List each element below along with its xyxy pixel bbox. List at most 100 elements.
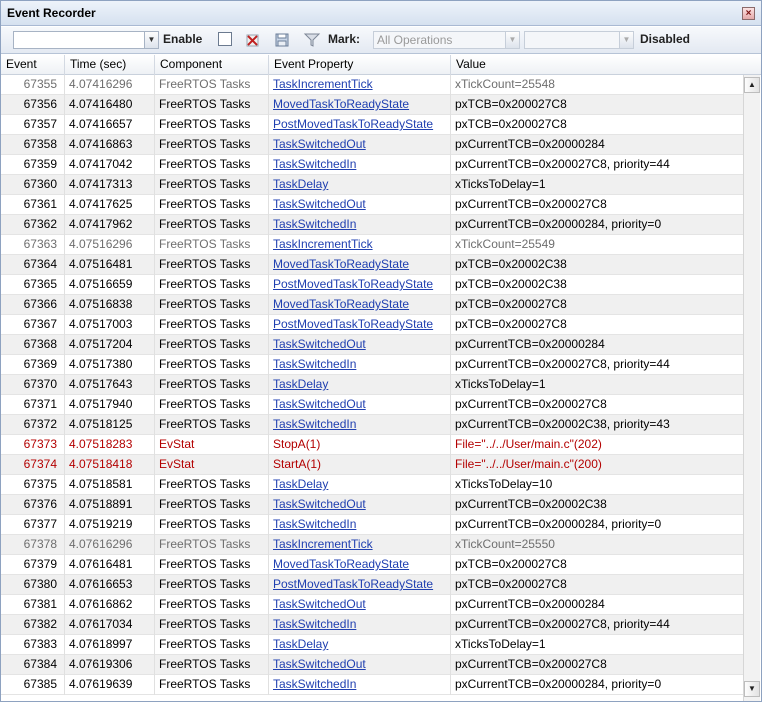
- enable-checkbox[interactable]: [218, 32, 232, 46]
- cell-event: 67363: [1, 235, 65, 255]
- table-row[interactable]: 67366 4.07516838 FreeRTOS Tasks MovedTaskTo…: [1, 295, 743, 315]
- table-row[interactable]: 67372 4.07518125 FreeRTOS Tasks TaskSwitche…: [1, 415, 743, 435]
- cell-event-property[interactable]: PostMovedTaskToReadyState: [269, 315, 451, 335]
- table-row[interactable]: 67374 4.07518418 EvStat StartA(1) File="../.…: [1, 455, 743, 475]
- cell-event-property[interactable]: TaskSwitchedIn: [269, 675, 451, 695]
- cell-event-property[interactable]: PostMovedTaskToReadyState: [269, 115, 451, 135]
- cell-event-property[interactable]: StartA(1): [269, 455, 451, 475]
- column-header-value[interactable]: Value: [451, 55, 761, 75]
- cell-event-property[interactable]: StopA(1): [269, 435, 451, 455]
- cell-event: 67373: [1, 435, 65, 455]
- cell-event: 67380: [1, 575, 65, 595]
- table-row[interactable]: 67356 4.07416480 FreeRTOS Tasks MovedTaskTo…: [1, 95, 743, 115]
- column-header-event[interactable]: Event: [1, 55, 65, 75]
- table-row[interactable]: 67384 4.07619306 FreeRTOS Tasks TaskSwitche…: [1, 655, 743, 675]
- cell-event-property[interactable]: TaskDelay: [269, 475, 451, 495]
- cell-event: 67369: [1, 355, 65, 375]
- clear-icon[interactable]: [244, 31, 262, 49]
- cell-event: 67358: [1, 135, 65, 155]
- cell-time: 4.07518283: [65, 435, 155, 455]
- table-row[interactable]: 67363 4.07516296 FreeRTOS Tasks TaskIncreme…: [1, 235, 743, 255]
- table-row[interactable]: 67385 4.07619639 FreeRTOS Tasks TaskSwitche…: [1, 675, 743, 695]
- cell-event-property[interactable]: TaskSwitchedIn: [269, 355, 451, 375]
- close-icon[interactable]: ×: [742, 7, 755, 20]
- table-row[interactable]: 67369 4.07517380 FreeRTOS Tasks TaskSwitche…: [1, 355, 743, 375]
- chevron-down-icon[interactable]: ▼: [619, 32, 633, 48]
- cell-event-property[interactable]: TaskDelay: [269, 375, 451, 395]
- table-row[interactable]: 67360 4.07417313 FreeRTOS Tasks TaskDelay xT…: [1, 175, 743, 195]
- cell-event: 67382: [1, 615, 65, 635]
- cell-event-property[interactable]: TaskIncrementTick: [269, 75, 451, 95]
- table-row[interactable]: 67380 4.07616653 FreeRTOS Tasks PostMovedTa…: [1, 575, 743, 595]
- table-row[interactable]: 67364 4.07516481 FreeRTOS Tasks MovedTaskTo…: [1, 255, 743, 275]
- window-title: Event Recorder: [7, 6, 96, 20]
- cell-time: 4.07518891: [65, 495, 155, 515]
- table-row[interactable]: 67383 4.07618997 FreeRTOS Tasks TaskDelay xT…: [1, 635, 743, 655]
- cell-event-property[interactable]: TaskSwitchedIn: [269, 615, 451, 635]
- cell-event-property[interactable]: TaskDelay: [269, 635, 451, 655]
- table-row[interactable]: 67382 4.07617034 FreeRTOS Tasks TaskSwitche…: [1, 615, 743, 635]
- cell-event-property[interactable]: TaskIncrementTick: [269, 235, 451, 255]
- cell-event-property[interactable]: PostMovedTaskToReadyState: [269, 275, 451, 295]
- cell-component: FreeRTOS Tasks: [155, 75, 269, 95]
- filter-icon[interactable]: [303, 31, 321, 49]
- filter-combo[interactable]: ▼: [13, 31, 159, 49]
- cell-event-property[interactable]: TaskSwitchedOut: [269, 495, 451, 515]
- enable-label: Enable: [163, 32, 203, 46]
- table-row[interactable]: 67375 4.07518581 FreeRTOS Tasks TaskDelay xT…: [1, 475, 743, 495]
- cell-time: 4.07517940: [65, 395, 155, 415]
- table-row[interactable]: 67378 4.07616296 FreeRTOS Tasks TaskIncreme…: [1, 535, 743, 555]
- cell-time: 4.07518125: [65, 415, 155, 435]
- table-row[interactable]: 67355 4.07416296 FreeRTOS Tasks TaskIncreme…: [1, 75, 743, 95]
- cell-event-property[interactable]: PostMovedTaskToReadyState: [269, 575, 451, 595]
- table-row[interactable]: 67365 4.07516659 FreeRTOS Tasks PostMovedTa…: [1, 275, 743, 295]
- scroll-up-icon[interactable]: ▲: [744, 77, 760, 93]
- table-row[interactable]: 67371 4.07517940 FreeRTOS Tasks TaskSwitche…: [1, 395, 743, 415]
- table-row[interactable]: 67377 4.07519219 FreeRTOS Tasks TaskSwitche…: [1, 515, 743, 535]
- column-header-component[interactable]: Component: [155, 55, 269, 75]
- cell-event-property[interactable]: TaskSwitchedOut: [269, 655, 451, 675]
- table-row[interactable]: 67376 4.07518891 FreeRTOS Tasks TaskSwitche…: [1, 495, 743, 515]
- chevron-down-icon[interactable]: ▼: [144, 32, 158, 48]
- cell-event-property[interactable]: MovedTaskToReadyState: [269, 555, 451, 575]
- table-row[interactable]: 67368 4.07517204 FreeRTOS Tasks TaskSwitche…: [1, 335, 743, 355]
- table-row[interactable]: 67361 4.07417625 FreeRTOS Tasks TaskSwitche…: [1, 195, 743, 215]
- cell-event-property[interactable]: TaskSwitchedOut: [269, 195, 451, 215]
- table-row[interactable]: 67358 4.07416863 FreeRTOS Tasks TaskSwitche…: [1, 135, 743, 155]
- chevron-down-icon[interactable]: ▼: [505, 32, 519, 48]
- cell-event-property[interactable]: TaskSwitchedOut: [269, 335, 451, 355]
- cell-event-property[interactable]: TaskSwitchedIn: [269, 415, 451, 435]
- save-icon[interactable]: [273, 31, 291, 49]
- cell-event-property[interactable]: MovedTaskToReadyState: [269, 295, 451, 315]
- cell-value: pxCurrentTCB=0x20002C38: [455, 497, 607, 511]
- mark-value-combo[interactable]: ▼: [524, 31, 634, 49]
- table-row[interactable]: 67359 4.07417042 FreeRTOS Tasks TaskSwitche…: [1, 155, 743, 175]
- cell-event-property[interactable]: TaskIncrementTick: [269, 535, 451, 555]
- cell-event: 67377: [1, 515, 65, 535]
- cell-event-property[interactable]: TaskSwitchedIn: [269, 215, 451, 235]
- column-header-event-property[interactable]: Event Property: [269, 55, 451, 75]
- cell-event-property[interactable]: TaskDelay: [269, 175, 451, 195]
- cell-event-property[interactable]: TaskSwitchedOut: [269, 595, 451, 615]
- column-header-time[interactable]: Time (sec): [65, 55, 155, 75]
- cell-time: 4.07519219: [65, 515, 155, 535]
- table-row[interactable]: 67370 4.07517643 FreeRTOS Tasks TaskDelay xT…: [1, 375, 743, 395]
- table-row[interactable]: 67362 4.07417962 FreeRTOS Tasks TaskSwitche…: [1, 215, 743, 235]
- cell-event-property[interactable]: MovedTaskToReadyState: [269, 255, 451, 275]
- cell-component: FreeRTOS Tasks: [155, 495, 269, 515]
- cell-event-property[interactable]: TaskSwitchedIn: [269, 155, 451, 175]
- cell-event-property[interactable]: TaskSwitchedOut: [269, 395, 451, 415]
- operations-combo[interactable]: All Operations ▼: [373, 31, 520, 49]
- cell-event-property[interactable]: TaskSwitchedOut: [269, 135, 451, 155]
- table-row[interactable]: 67367 4.07517003 FreeRTOS Tasks PostMovedTa…: [1, 315, 743, 335]
- cell-event-property[interactable]: TaskSwitchedIn: [269, 515, 451, 535]
- cell-event: 67383: [1, 635, 65, 655]
- table-row[interactable]: 67373 4.07518283 EvStat StopA(1) File="../..…: [1, 435, 743, 455]
- cell-value: pxCurrentTCB=0x20002C38, priority=43: [455, 417, 670, 431]
- table-row[interactable]: 67379 4.07616481 FreeRTOS Tasks MovedTaskTo…: [1, 555, 743, 575]
- scroll-down-icon[interactable]: ▼: [744, 681, 760, 697]
- table-row[interactable]: 67381 4.07616862 FreeRTOS Tasks TaskSwitche…: [1, 595, 743, 615]
- cell-event-property[interactable]: MovedTaskToReadyState: [269, 95, 451, 115]
- table-row[interactable]: 67357 4.07416657 FreeRTOS Tasks PostMovedTa…: [1, 115, 743, 135]
- vertical-scrollbar[interactable]: ▲ ▼: [743, 75, 760, 701]
